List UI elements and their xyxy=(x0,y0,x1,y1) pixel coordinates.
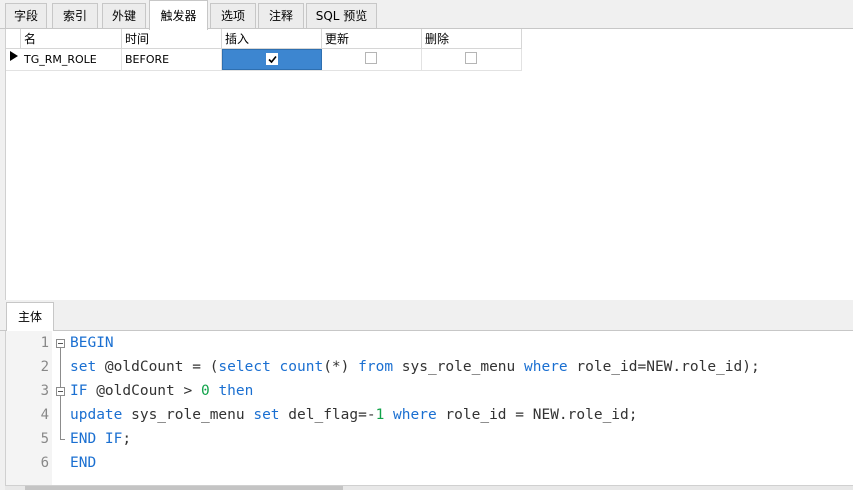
code-number: 1 xyxy=(375,407,385,423)
delete-checkbox-icon[interactable] xyxy=(465,52,477,64)
column-header-delete[interactable]: 删除 xyxy=(422,29,522,48)
trigger-time-cell[interactable]: BEFORE xyxy=(122,49,222,70)
code-line[interactable]: END IF; xyxy=(70,427,131,451)
body-tab-bar: 主体 xyxy=(0,300,853,331)
tab-fields[interactable]: 字段 xyxy=(5,3,47,28)
trigger-update-cell[interactable] xyxy=(322,49,422,70)
tab-foreign-keys[interactable]: 外键 xyxy=(102,3,146,28)
code-text: @oldCount > xyxy=(87,383,201,399)
line-number: 1 xyxy=(40,335,49,351)
column-header-name[interactable]: 名 xyxy=(21,29,122,48)
trigger-delete-cell[interactable] xyxy=(422,49,522,70)
tab-indexes[interactable]: 索引 xyxy=(52,3,98,28)
update-checkbox-icon[interactable] xyxy=(365,52,377,64)
code-text: @oldCount = ( xyxy=(96,359,219,375)
code-line[interactable]: update sys_role_menu set del_flag=-1 whe… xyxy=(70,403,638,427)
code-keyword: IF xyxy=(70,383,88,399)
scrollbar-thumb[interactable] xyxy=(25,486,343,490)
fold-end-marker xyxy=(60,439,65,440)
horizontal-scrollbar[interactable] xyxy=(5,485,853,490)
code-keyword: END IF xyxy=(70,431,123,447)
code-line[interactable]: END xyxy=(70,451,96,475)
line-number: 4 xyxy=(40,407,49,423)
current-row-arrow-icon xyxy=(6,49,21,70)
fold-guide-line xyxy=(60,348,61,387)
code-keyword: then xyxy=(218,383,254,399)
line-number: 3 xyxy=(40,383,49,399)
code-keyword: from xyxy=(358,359,394,375)
code-keyword: update xyxy=(70,407,123,423)
trigger-grid: 名 时间 插入 更新 删除 TG_RM_ROLE BEFORE xyxy=(5,29,853,300)
code-text: sys_role_menu xyxy=(122,407,254,423)
code-number: 0 xyxy=(200,383,210,399)
code-keyword: BEGIN xyxy=(70,335,114,351)
grid-header: 名 时间 插入 更新 删除 xyxy=(6,29,522,49)
code-line[interactable]: BEGIN xyxy=(70,331,114,355)
code-keyword: set xyxy=(253,407,280,423)
column-header-time[interactable]: 时间 xyxy=(122,29,222,48)
code-keyword: where xyxy=(524,359,568,375)
tab-options[interactable]: 选项 xyxy=(210,3,256,28)
trigger-designer: 字段 索引 外键 触发器 选项 注释 SQL 预览 名 时间 插入 更新 删除 … xyxy=(0,0,853,490)
trigger-name-cell[interactable]: TG_RM_ROLE xyxy=(21,49,122,70)
grid-header-indicator xyxy=(6,29,21,48)
tab-triggers[interactable]: 触发器 xyxy=(149,0,208,30)
code-text: del_flag=- xyxy=(279,407,376,423)
code-keyword: set xyxy=(70,359,97,375)
code-keyword: count xyxy=(279,359,324,375)
fold-guide-line xyxy=(60,396,61,439)
code-line[interactable]: IF @oldCount > 0 then xyxy=(70,379,253,403)
insert-checkbox-checked-icon[interactable] xyxy=(266,53,278,65)
column-header-insert[interactable]: 插入 xyxy=(222,29,322,48)
tab-bar: 字段 索引 外键 触发器 选项 注释 SQL 预览 xyxy=(0,0,853,30)
code-text: (*) xyxy=(323,359,359,375)
line-number: 2 xyxy=(40,359,49,375)
code-text: role_id = NEW.role_id; xyxy=(436,407,638,423)
column-header-update[interactable]: 更新 xyxy=(322,29,422,48)
line-number: 5 xyxy=(40,431,49,447)
code-text: ; xyxy=(122,431,132,447)
code-text: sys_role_menu xyxy=(393,359,524,375)
tab-body[interactable]: 主体 xyxy=(6,302,54,331)
tab-comment[interactable]: 注释 xyxy=(258,3,304,28)
fold-collapse-icon[interactable] xyxy=(56,387,65,396)
code-keyword: select xyxy=(218,359,271,375)
code-line[interactable]: set @oldCount = (select count(*) from sy… xyxy=(70,355,760,379)
fold-collapse-icon[interactable] xyxy=(56,339,65,348)
tab-sql-preview[interactable]: SQL 预览 xyxy=(306,3,377,28)
code-text: role_id=NEW.role_id); xyxy=(567,359,760,375)
trigger-body-editor[interactable]: 1 2 3 4 5 6 BEGIN set @oldCount = (selec… xyxy=(5,331,853,485)
table-row[interactable]: TG_RM_ROLE BEFORE xyxy=(6,49,522,71)
code-keyword: END xyxy=(70,455,97,471)
trigger-insert-cell[interactable] xyxy=(222,49,322,70)
line-number: 6 xyxy=(40,455,49,471)
code-keyword: where xyxy=(393,407,437,423)
